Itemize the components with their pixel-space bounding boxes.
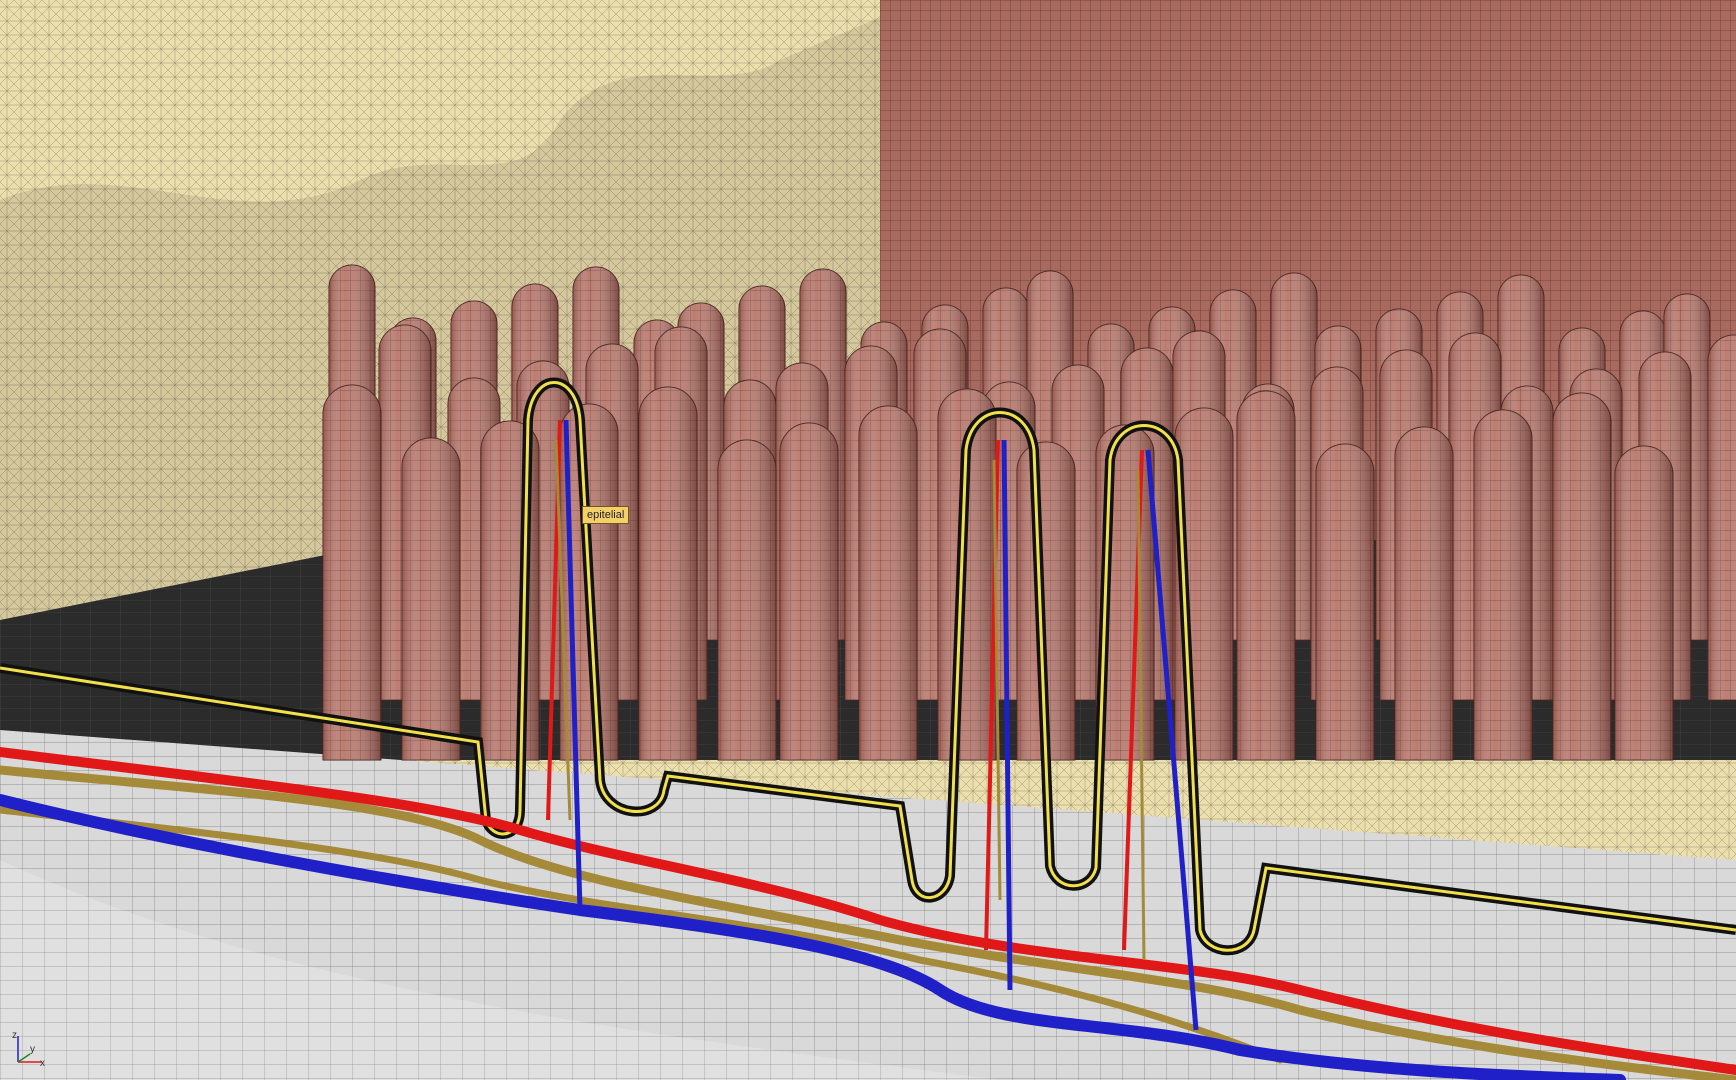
villus-shading <box>1237 391 1295 760</box>
villus-shading <box>718 440 776 760</box>
villus-shading <box>639 387 697 760</box>
villi-group <box>322 264 1736 761</box>
villus-shading <box>323 385 381 760</box>
villus-shading <box>1474 410 1532 760</box>
selection-tooltip: epitelial <box>582 506 630 524</box>
villus-shading <box>1395 427 1453 760</box>
villus-shading <box>1615 446 1673 760</box>
axis-x-label: x <box>40 1058 45 1069</box>
villus-shading <box>1708 335 1736 700</box>
villus-shading <box>1316 444 1374 760</box>
axis-z-label: z <box>12 1030 17 1041</box>
villus-shading <box>1553 393 1611 760</box>
villus-shading <box>859 406 917 760</box>
villus-shading <box>780 423 838 760</box>
axis-y-label: y <box>30 1044 35 1055</box>
villus-shading <box>402 438 460 760</box>
axis-gizmo-icon: z x y <box>10 1030 50 1070</box>
3d-viewport[interactable]: epitelial z x y <box>0 0 1736 1080</box>
scene-canvas[interactable] <box>0 0 1736 1080</box>
